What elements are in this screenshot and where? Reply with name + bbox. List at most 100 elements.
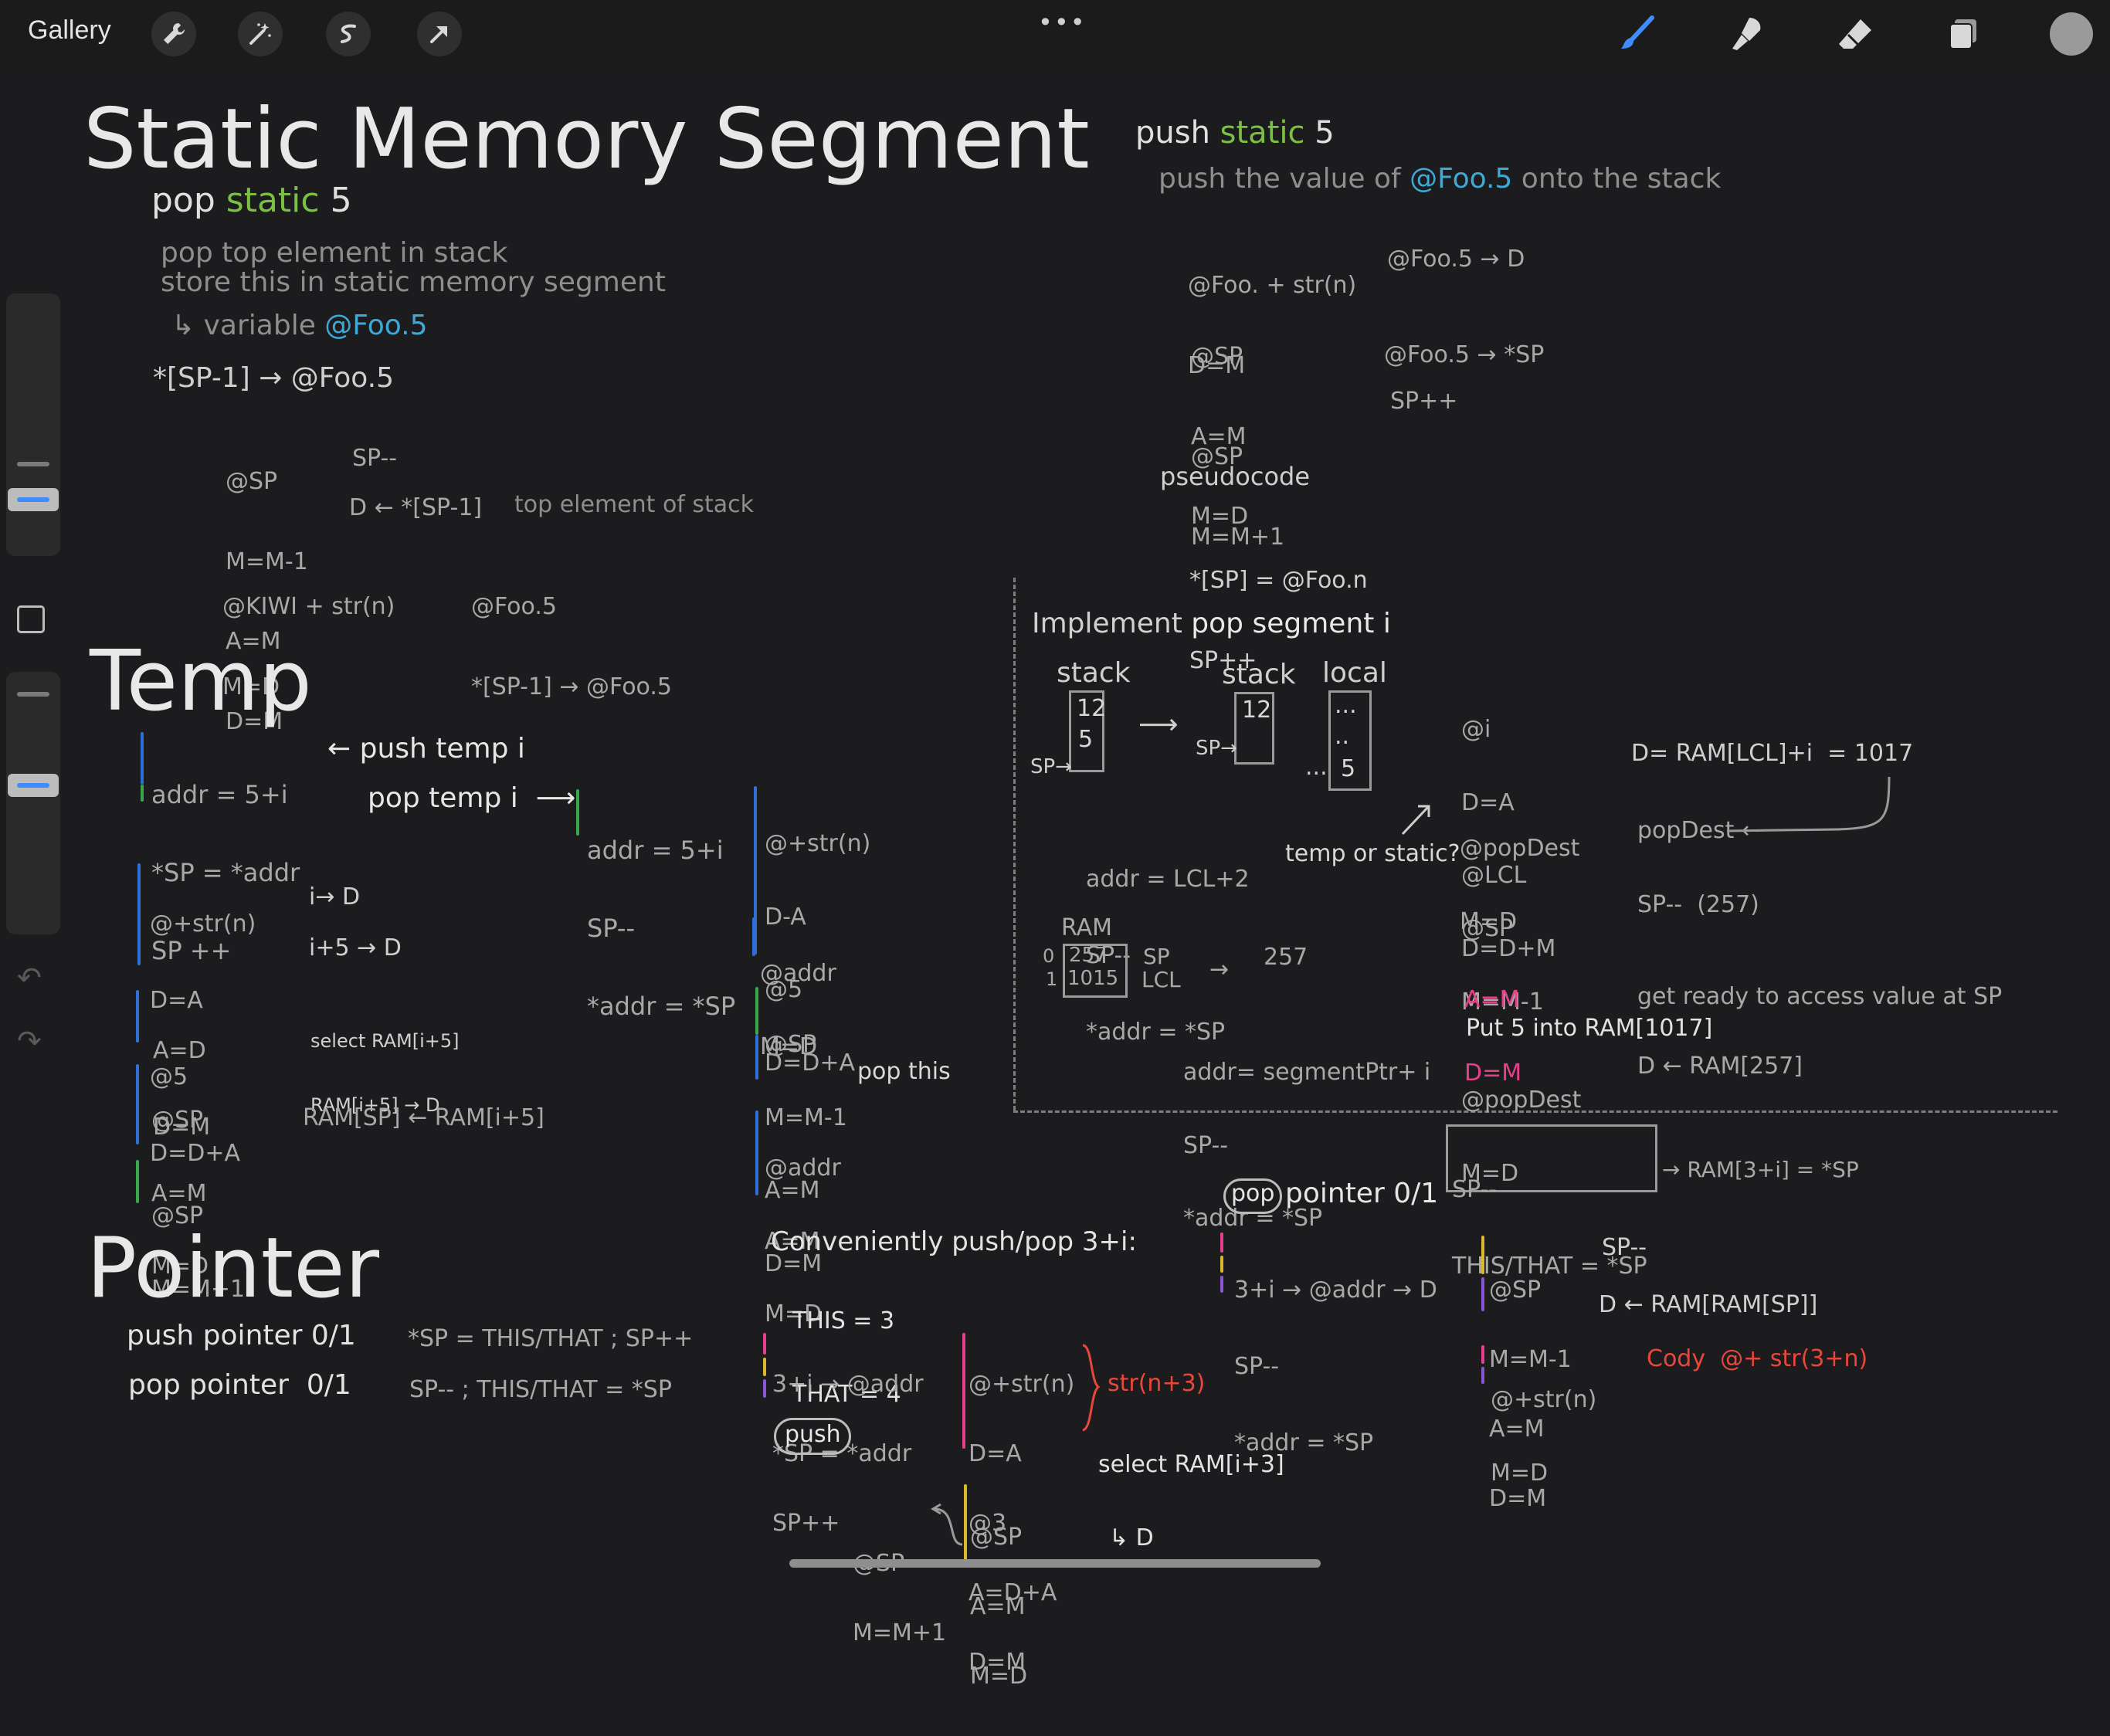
bracket-bar (141, 732, 144, 785)
selection-icon[interactable] (326, 12, 371, 56)
asm-line: M=M+1 (853, 1619, 947, 1646)
bracket-bar (763, 1358, 766, 1376)
asm-line: @SP (1489, 1277, 1542, 1304)
temp-asm-1-note-b: i+5 → D (309, 934, 402, 961)
eraser-icon[interactable] (1830, 9, 1880, 59)
asm-line: SP-- (1234, 1353, 1280, 1380)
sp-to-foo-line: *[SP-1] → @Foo.5 (153, 362, 394, 394)
asm-line: addr = 5+i (587, 836, 724, 866)
ram-val: 257 (1069, 944, 1108, 967)
push-pointer-note: *SP = THIS/THAT ; SP++ (408, 1325, 694, 1352)
bracket-bar (1481, 1236, 1484, 1274)
asm-line: addr = 5+i (151, 780, 288, 810)
asm-line: *addr = *SP (587, 991, 736, 1021)
popptr-asm-2-note: Cody @+ str(3+n) (1647, 1345, 1868, 1372)
ram-name: LCL (1142, 967, 1181, 992)
asm-line: @popDest (1461, 1087, 1582, 1114)
popptr-asm-1-note-a: SP-- (1602, 1234, 1647, 1261)
temp-asm-2-notes: select RAM[i+5] RAM[i+5] → D (310, 988, 460, 1159)
bracket-bar (755, 1110, 758, 1195)
gallery-button[interactable]: Gallery (28, 15, 111, 46)
asm-line: SP-- (1183, 1131, 1229, 1159)
drawing-canvas[interactable]: Static Memory Segment pop static 5 pop t… (0, 68, 2110, 1688)
push-desc: push the value of @Foo.5 onto the stack (1158, 162, 1721, 195)
bracket-bar (752, 917, 755, 956)
popdest-curve (1726, 776, 1891, 832)
asm-line: select RAM[i+3] (1098, 1451, 1284, 1478)
static-word: static (1220, 115, 1305, 151)
asm-line: M=D (970, 1663, 1028, 1690)
implement-target: pop segment i (1191, 608, 1391, 639)
asm-line: @popDest (1460, 835, 1580, 862)
home-indicator[interactable] (789, 1559, 1321, 1568)
color-icon[interactable] (2050, 12, 2093, 56)
asm-line: @+str(n) (150, 910, 256, 938)
curved-arrow (931, 1503, 963, 1546)
bracket-bar (136, 1064, 139, 1144)
sp-pointer-2: SP→ (1196, 737, 1237, 760)
bracket-bar (763, 1379, 766, 1398)
variable-word: ↳ variable (171, 310, 316, 341)
implement-heading: Implement pop segment i (1032, 607, 1391, 640)
variable-name: @Foo.5 (324, 310, 428, 341)
temp-asm-3-note: RAM[SP] ← RAM[i+5] (303, 1104, 544, 1131)
wrench-icon[interactable] (151, 12, 196, 56)
asm-note-d: D ← *[SP-1] (349, 494, 483, 521)
push-word: push (1135, 115, 1210, 151)
asm-note-sp: SP-- (352, 445, 398, 472)
bracket-bar (1481, 1277, 1484, 1311)
pop-static-heading: pop static 5 (151, 181, 352, 222)
top-toolbar: Gallery ••• (0, 0, 2110, 68)
title-pointer: Pointer (87, 1220, 380, 1317)
asm-line: ↳ D (1109, 1524, 1154, 1551)
implement-word: Implement (1032, 608, 1182, 639)
local-label: local (1322, 657, 1387, 689)
asm-line: 3+i → @addr (772, 1371, 924, 1398)
magic-wand-icon[interactable] (238, 12, 283, 56)
bracket-bar (141, 785, 144, 802)
transform-arrow-icon[interactable] (417, 12, 462, 56)
pop-word: pop (151, 181, 215, 220)
pseudocode-label: pseudocode (1160, 462, 1311, 491)
asm-line: addr = LCL+2 (1086, 866, 1250, 893)
asm-line: @Foo.5 (471, 593, 557, 620)
select-ram-note: select RAM[i+3] ↳ D (1098, 1404, 1284, 1599)
str-n3-note: str(n+3) (1108, 1370, 1206, 1397)
variable-line: ↳ variable @Foo.5 (171, 309, 428, 342)
asm-line: @+str(n) (1491, 1386, 1597, 1413)
bracket-bar (755, 1035, 758, 1080)
asm-line: @SP (226, 468, 278, 495)
popptr-asm-1-note-b: D ← RAM[RAM[SP]] (1599, 1291, 1818, 1318)
bracket-bar (137, 863, 141, 965)
impl-ram-eq: D= RAM[LCL]+i = 1017 (1631, 740, 1914, 767)
put5-line: Put 5 into RAM[1017] (1466, 1015, 1713, 1042)
asm-line: @SP (1191, 343, 1243, 370)
push-static-heading: push static 5 (1135, 114, 1335, 151)
ptr-asm-2: @SP A=M M=D (970, 1480, 1027, 1734)
asm-line: @SP (1461, 915, 1514, 942)
asm-line: D=A (968, 1440, 1022, 1467)
asm-line: SP-- (1452, 1176, 1498, 1203)
smudge-icon[interactable] (1722, 9, 1772, 59)
stack-cell: 12 (1242, 697, 1272, 724)
pop-pointer-note: SP-- ; THIS/THAT = *SP (409, 1376, 672, 1403)
pop-desc-2: store this in static memory segment (161, 266, 666, 298)
question-arrow (1401, 805, 1430, 836)
asm-line: A=M (1464, 986, 1520, 1013)
bracket-bar (1220, 1276, 1223, 1293)
ram-idx: 0 (1043, 945, 1055, 967)
push-asm-2-note: @Foo.5 → *SP (1384, 341, 1545, 368)
asm-line: SP-- (587, 913, 635, 943)
asm-line: @KIWI + str(n) (222, 593, 395, 620)
brush-icon[interactable] (1613, 9, 1662, 59)
layers-icon[interactable] (1939, 9, 1988, 59)
asm-line: D ← RAM[257] (1637, 1053, 1803, 1080)
bracket-bar (576, 789, 579, 836)
num-word: 5 (1315, 115, 1335, 151)
asm-line: @addr (760, 960, 836, 987)
temp-or-static-note: temp or static? (1285, 840, 1460, 867)
bracket-bar (1220, 1232, 1223, 1253)
impl-asm-3-note: SP-- (257) (1637, 891, 1759, 918)
asm-line: @+str(n) (968, 1371, 1075, 1398)
more-options-icon[interactable]: ••• (1038, 8, 1087, 37)
